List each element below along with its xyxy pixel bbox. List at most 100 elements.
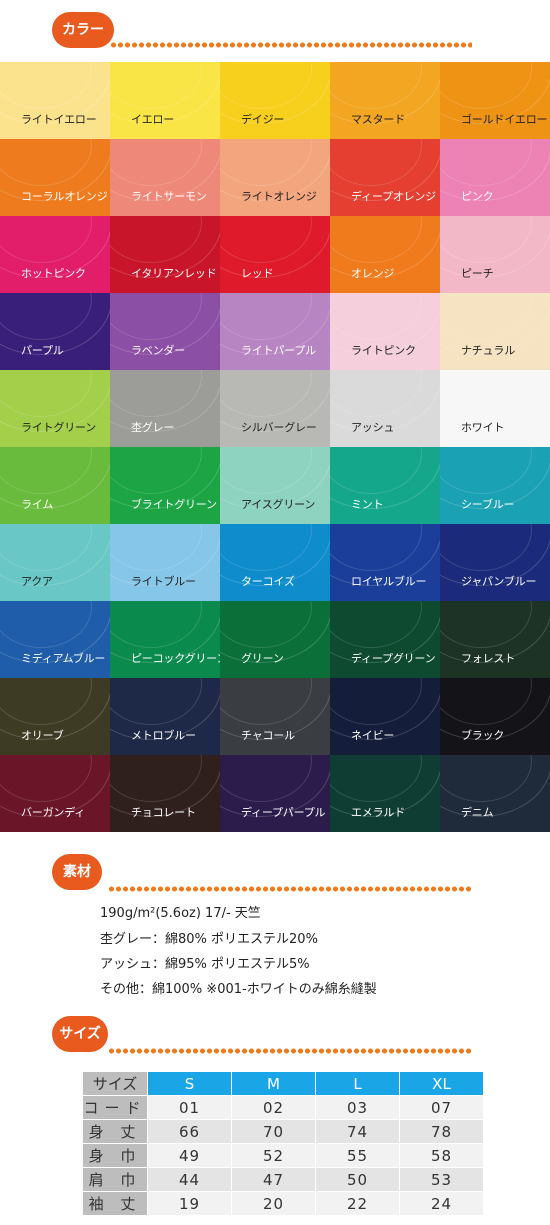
color-swatch-label: レッド (241, 267, 274, 280)
color-swatch-label: チャコール (241, 729, 295, 742)
color-swatch-label: デニム (461, 806, 494, 819)
color-swatch: アイスグリーン (220, 447, 330, 524)
color-swatch: ディープパープル (220, 755, 330, 832)
color-swatch: チャコール (220, 678, 330, 755)
color-swatch-label: 杢グレー (131, 421, 175, 434)
color-swatch-label: エメラルド (351, 806, 405, 819)
size-value-cell: 53 (399, 1167, 484, 1192)
color-swatch: デニム (440, 755, 550, 832)
color-swatch-label: ミント (351, 498, 384, 511)
color-swatch-label: マスタード (351, 113, 405, 126)
color-swatch-label: ターコイズ (241, 575, 295, 588)
size-row-label: コード (82, 1095, 148, 1120)
color-swatch-label: メトロブルー (131, 729, 196, 742)
color-swatch: ホワイト (440, 370, 550, 447)
color-swatch: ホットピンク (0, 216, 110, 293)
size-table-row: 肩 巾 44 47 50 53 (82, 1167, 484, 1192)
color-swatch: ピーコックグリーン (110, 601, 220, 678)
color-swatch: 杢グレー (110, 370, 220, 447)
color-swatch: ディープグリーン (330, 601, 440, 678)
color-swatch: ナチュラル (440, 293, 550, 370)
color-swatch-label: イタリアンレッド (131, 267, 217, 280)
color-swatch: フォレスト (440, 601, 550, 678)
size-value-cell: 07 (399, 1095, 484, 1120)
color-swatch: ミディアムブルー (0, 601, 110, 678)
color-swatch: デイジー (220, 62, 330, 139)
size-value-cell: 03 (315, 1095, 400, 1120)
swatch-row: パープル ラベンダー ライトパープル ライトピンク ナチュラル (0, 293, 550, 370)
size-row-label: 身 巾 (82, 1143, 148, 1168)
color-swatch: バーガンディ (0, 755, 110, 832)
color-swatch-label: ネイビー (351, 729, 395, 742)
size-value-cell: 55 (315, 1143, 400, 1168)
color-swatch-label: ディープグリーン (351, 652, 436, 665)
color-swatch-label: ピンク (461, 190, 494, 203)
size-value-cell: 74 (315, 1119, 400, 1144)
color-swatch: ライム (0, 447, 110, 524)
color-swatch: ゴールドイエロー (440, 62, 550, 139)
color-swatch-label: ブライトグリーン (131, 498, 217, 511)
color-swatch: マスタード (330, 62, 440, 139)
swatch-row: オリーブ メトロブルー チャコール ネイビー ブラック (0, 678, 550, 755)
swatch-row: ミディアムブルー ピーコックグリーン グリーン ディープグリーン フォレスト (0, 601, 550, 678)
section-badge-color: カラー (52, 12, 114, 48)
size-header-m: M (231, 1071, 316, 1096)
color-swatch: ネイビー (330, 678, 440, 755)
color-swatch-label: ホットピンク (21, 267, 86, 280)
color-swatch-label: アクア (21, 575, 53, 588)
size-value-cell: 44 (147, 1167, 232, 1192)
color-swatch-label: ロイヤルブルー (351, 575, 427, 588)
color-swatch-grid: ライトイエロー イエロー デイジー マスタード ゴールドイエロー コーラルオレンジ ライトサ… (0, 62, 550, 832)
size-header-s: S (147, 1071, 232, 1096)
swatch-row: ライトグリーン 杢グレー シルバーグレー アッシュ ホワイト (0, 370, 550, 447)
color-swatch: オレンジ (330, 216, 440, 293)
size-value-cell: 02 (231, 1095, 316, 1120)
color-swatch: ライトオレンジ (220, 139, 330, 216)
size-value-cell: 47 (231, 1167, 316, 1192)
color-swatch: メトロブルー (110, 678, 220, 755)
size-value-cell: 24 (399, 1191, 484, 1216)
size-value-cell: 58 (399, 1143, 484, 1168)
color-swatch: グリーン (220, 601, 330, 678)
color-swatch-label: ブラック (461, 729, 505, 742)
color-swatch-label: バーガンディ (21, 806, 86, 819)
swatch-row: コーラルオレンジ ライトサーモン ライトオレンジ ディープオレンジ ピンク (0, 139, 550, 216)
color-swatch: コーラルオレンジ (0, 139, 110, 216)
color-swatch: エメラルド (330, 755, 440, 832)
size-table-row: 袖 丈 19 20 22 24 (82, 1191, 484, 1216)
size-table-header: サイズ S M L XL (82, 1071, 484, 1096)
color-swatch: ディープオレンジ (330, 139, 440, 216)
color-swatch-label: デイジー (241, 113, 285, 126)
size-header-xl: XL (399, 1071, 484, 1096)
color-swatch-label: ジャパンブルー (461, 575, 537, 588)
color-swatch-label: ゴールドイエロー (461, 113, 548, 126)
color-swatch-label: ライトオレンジ (241, 190, 317, 203)
color-swatch-label: ディープパープル (241, 806, 326, 819)
color-swatch-label: ナチュラル (461, 344, 515, 357)
size-value-cell: 20 (231, 1191, 316, 1216)
color-swatch: レッド (220, 216, 330, 293)
size-value-cell: 78 (399, 1119, 484, 1144)
swatch-row: ライトイエロー イエロー デイジー マスタード ゴールドイエロー (0, 62, 550, 139)
color-swatch: ミント (330, 447, 440, 524)
color-swatch-label: ライム (21, 498, 54, 511)
color-swatch: ピーチ (440, 216, 550, 293)
size-value-cell: 52 (231, 1143, 316, 1168)
size-table-row: コード 01 02 03 07 (82, 1095, 484, 1120)
material-spec-other: その他：綿100% ※001-ホワイトのみ綿糸縫製 (100, 982, 377, 997)
dotted-divider (108, 1048, 472, 1054)
color-swatch-label: アイスグリーン (241, 498, 316, 511)
color-swatch-label: ピーコックグリーン (131, 652, 220, 665)
color-swatch: ブライトグリーン (110, 447, 220, 524)
size-value-cell: 19 (147, 1191, 232, 1216)
color-swatch: ライトブルー (110, 524, 220, 601)
color-swatch-label: ライトピンク (351, 344, 416, 357)
dotted-divider (108, 886, 472, 892)
size-value-cell: 50 (315, 1167, 400, 1192)
color-swatch-label: フォレスト (461, 652, 515, 665)
color-swatch-label: ミディアムブルー (21, 652, 106, 665)
color-swatch: ジャパンブルー (440, 524, 550, 601)
color-swatch-label: イエロー (131, 113, 175, 126)
color-swatch-label: ライトグリーン (21, 421, 97, 434)
color-swatch-label: ピーチ (461, 267, 494, 280)
